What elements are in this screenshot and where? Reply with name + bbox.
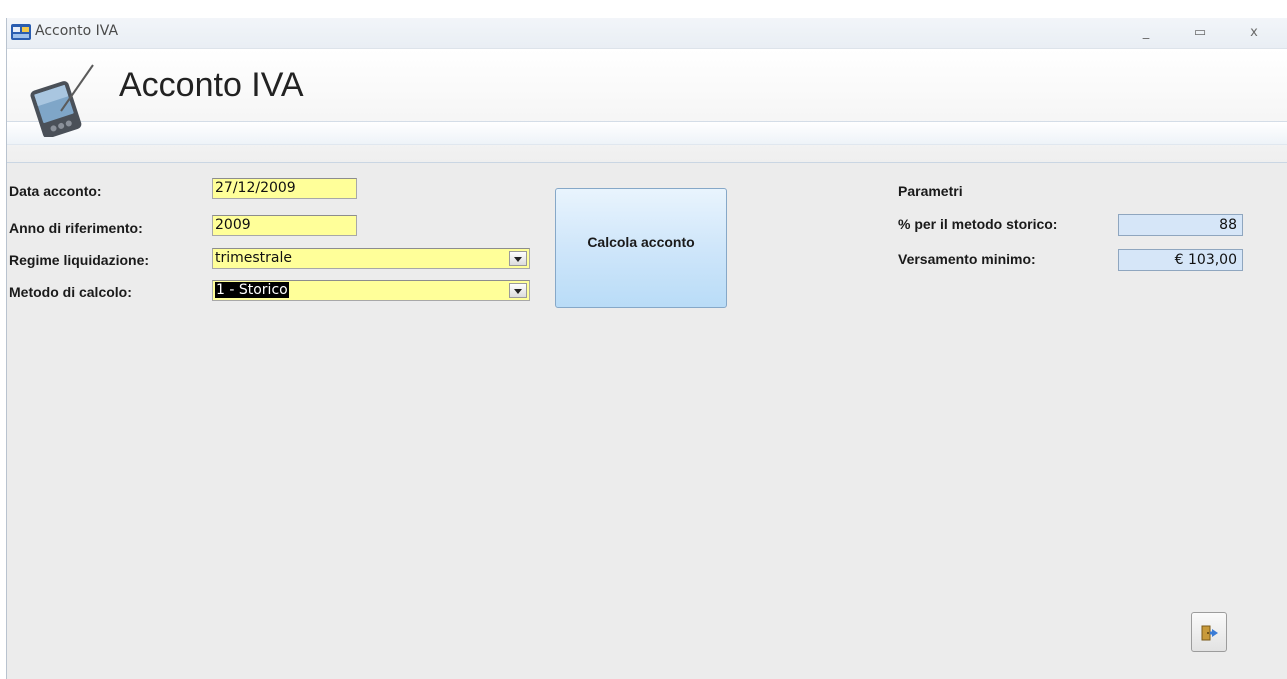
main-window: Acconto IVA _ ▭ x Acconto IVA Data accon… bbox=[6, 18, 1287, 679]
page-title: Acconto IVA bbox=[119, 66, 304, 104]
regime-label: Regime liquidazione: bbox=[9, 252, 150, 268]
calcola-acconto-button[interactable]: Calcola acconto bbox=[555, 188, 727, 308]
metodo-value: 1 - Storico bbox=[215, 282, 289, 298]
anno-field[interactable]: 2009 bbox=[212, 215, 357, 236]
dropdown-arrow-icon[interactable] bbox=[509, 283, 527, 298]
pda-stylus-icon bbox=[21, 61, 101, 139]
metodo-label: Metodo di calcolo: bbox=[9, 284, 132, 300]
regime-value: trimestrale bbox=[215, 250, 293, 266]
maximize-button[interactable]: ▭ bbox=[1185, 22, 1215, 44]
header-banner: Acconto IVA bbox=[7, 49, 1287, 163]
dropdown-arrow-icon[interactable] bbox=[509, 251, 527, 266]
percent-storico-field: 88 bbox=[1118, 214, 1243, 236]
data-acconto-field[interactable]: 27/12/2009 bbox=[212, 178, 357, 199]
regime-select[interactable]: trimestrale bbox=[212, 248, 530, 269]
exit-button[interactable] bbox=[1191, 612, 1227, 652]
percent-storico-value: 88 bbox=[1219, 217, 1237, 233]
data-acconto-value: 27/12/2009 bbox=[215, 180, 296, 196]
app-icon bbox=[11, 24, 31, 40]
anno-label: Anno di riferimento: bbox=[9, 220, 143, 236]
calcola-acconto-label: Calcola acconto bbox=[587, 234, 695, 250]
anno-value: 2009 bbox=[215, 217, 251, 233]
versamento-minimo-value: € 103,00 bbox=[1174, 252, 1237, 268]
window-title: Acconto IVA bbox=[35, 23, 119, 39]
data-acconto-label: Data acconto: bbox=[9, 183, 102, 199]
minimize-button[interactable]: _ bbox=[1131, 22, 1161, 44]
versamento-minimo-field: € 103,00 bbox=[1118, 249, 1243, 271]
exit-door-icon bbox=[1201, 624, 1219, 646]
header-strip bbox=[7, 121, 1287, 145]
metodo-select[interactable]: 1 - Storico bbox=[212, 280, 530, 301]
close-button[interactable]: x bbox=[1239, 22, 1269, 44]
percent-storico-label: % per il metodo storico: bbox=[898, 216, 1058, 232]
parametri-heading: Parametri bbox=[898, 183, 963, 199]
versamento-minimo-label: Versamento minimo: bbox=[898, 251, 1036, 267]
title-bar: Acconto IVA _ ▭ x bbox=[7, 18, 1287, 49]
